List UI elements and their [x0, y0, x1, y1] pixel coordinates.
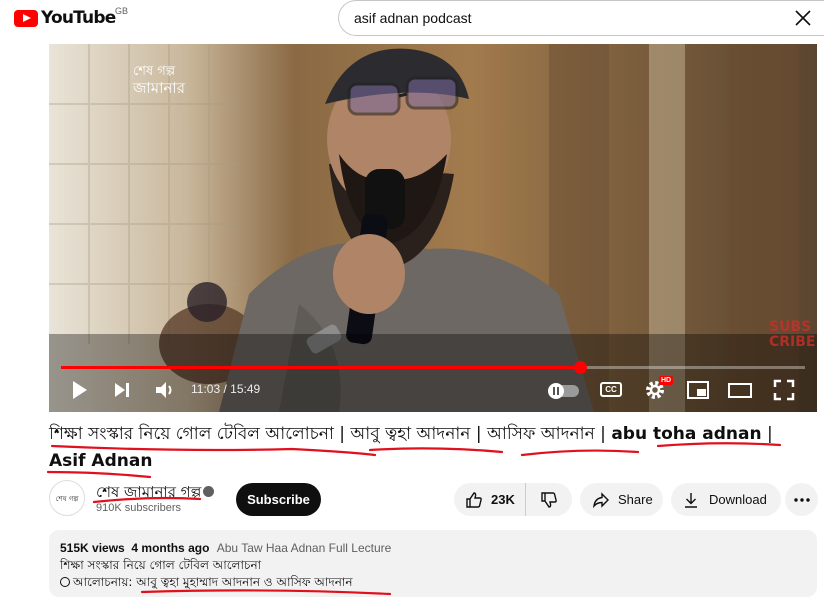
youtube-logo[interactable]: YouTube GB — [14, 6, 128, 28]
hd-badge: HD — [659, 376, 674, 385]
subscriber-count: 910K subscribers — [96, 502, 181, 514]
video-title: শিক্ষা সংস্কার নিয়ে গোল টেবিল আলোচনা | … — [49, 421, 809, 475]
download-icon — [685, 492, 697, 508]
autoplay-toggle-icon[interactable] — [547, 378, 581, 402]
fullscreen-icon[interactable] — [772, 378, 796, 402]
view-count: 515K views — [60, 541, 125, 555]
description-box[interactable]: 515K views 4 months ago Abu Taw Haa Adna… — [49, 530, 817, 597]
channel-avatar[interactable]: শেষ গল্প — [49, 480, 85, 516]
avatar-text: শেষ গল্প — [55, 495, 79, 503]
upload-age: 4 months ago — [131, 541, 210, 555]
top-bar: YouTube GB — [0, 0, 826, 40]
subscribe-button[interactable]: Subscribe — [236, 483, 321, 516]
play-icon[interactable] — [69, 378, 89, 402]
verified-check-icon — [203, 486, 214, 497]
progress-played — [61, 366, 581, 369]
like-dislike-group: 23K — [454, 483, 572, 516]
download-label: Download — [709, 492, 767, 507]
download-button[interactable]: Download — [671, 483, 781, 516]
video-frame — [49, 44, 817, 412]
title-part-2: আবু ত্বহা আদনান — [350, 424, 471, 444]
title-part-1: শিক্ষা সংস্কার নিয়ে গোল টেবিল আলোচনা — [49, 424, 334, 444]
description-line-2-names: আবু ত্বহা মুহাম্মাদ আদনান ও আসিফ আদনান — [136, 575, 353, 589]
progress-bar[interactable] — [61, 361, 805, 374]
channel-watermark: শেষ গল্প জামানার — [133, 64, 185, 96]
volume-icon[interactable] — [153, 378, 177, 402]
title-part-3: আসিফ আদনান — [487, 424, 595, 444]
share-label: Share — [618, 492, 653, 507]
description-line-2: আলোচনায়: আবু ত্বহা মুহাম্মাদ আদনান ও আস… — [60, 574, 353, 594]
title-separator: | — [470, 424, 488, 444]
search-input[interactable] — [339, 10, 759, 26]
corner-text-1: SUBS — [769, 319, 812, 335]
search-box — [338, 0, 824, 36]
like-button[interactable]: 23K — [454, 483, 526, 516]
next-icon[interactable] — [112, 378, 132, 402]
more-actions-button[interactable] — [785, 483, 818, 516]
title-separator: | — [333, 424, 351, 444]
subtitles-icon[interactable]: CC — [600, 382, 622, 397]
subscribe-corner-badge: SUBS CRIBE — [769, 320, 816, 350]
subtitles-label: CC — [605, 385, 617, 394]
description-meta: 515K views 4 months ago Abu Taw Haa Adna… — [60, 541, 391, 555]
youtube-play-icon — [14, 9, 38, 27]
thumbs-down-icon — [540, 491, 557, 508]
miniplayer-icon[interactable] — [686, 378, 710, 402]
title-separator: | — [594, 424, 612, 444]
close-icon[interactable] — [794, 9, 812, 27]
title-part-5: Asif Adnan — [49, 451, 153, 471]
share-arrow-icon — [592, 491, 609, 508]
like-count: 23K — [491, 492, 515, 507]
description-line-2-prefix: আলোচনায়: — [73, 575, 137, 589]
speech-bubble-icon — [60, 577, 70, 587]
thumbs-up-icon — [466, 491, 482, 508]
theater-mode-icon[interactable] — [728, 378, 752, 402]
description-tag[interactable]: Abu Taw Haa Adnan Full Lecture — [217, 541, 392, 555]
watermark-line-1: শেষ গল্প — [133, 64, 176, 79]
logo-text: YouTube — [41, 8, 116, 28]
corner-text-2: CRIBE — [769, 334, 816, 350]
title-part-4: abu toha adnan — [611, 424, 762, 444]
region-code: GB — [115, 6, 129, 16]
time-display: 11:03 / 15:49 — [191, 382, 261, 396]
share-button[interactable]: Share — [580, 483, 663, 516]
dislike-button[interactable] — [526, 483, 571, 516]
title-separator: | — [761, 424, 773, 444]
watermark-line-2: জামানার — [133, 79, 186, 97]
more-horizontal-icon — [793, 497, 810, 502]
video-player[interactable]: শেষ গল্প জামানার SUBS CRIBE 11:03 / 15:4… — [49, 44, 817, 412]
